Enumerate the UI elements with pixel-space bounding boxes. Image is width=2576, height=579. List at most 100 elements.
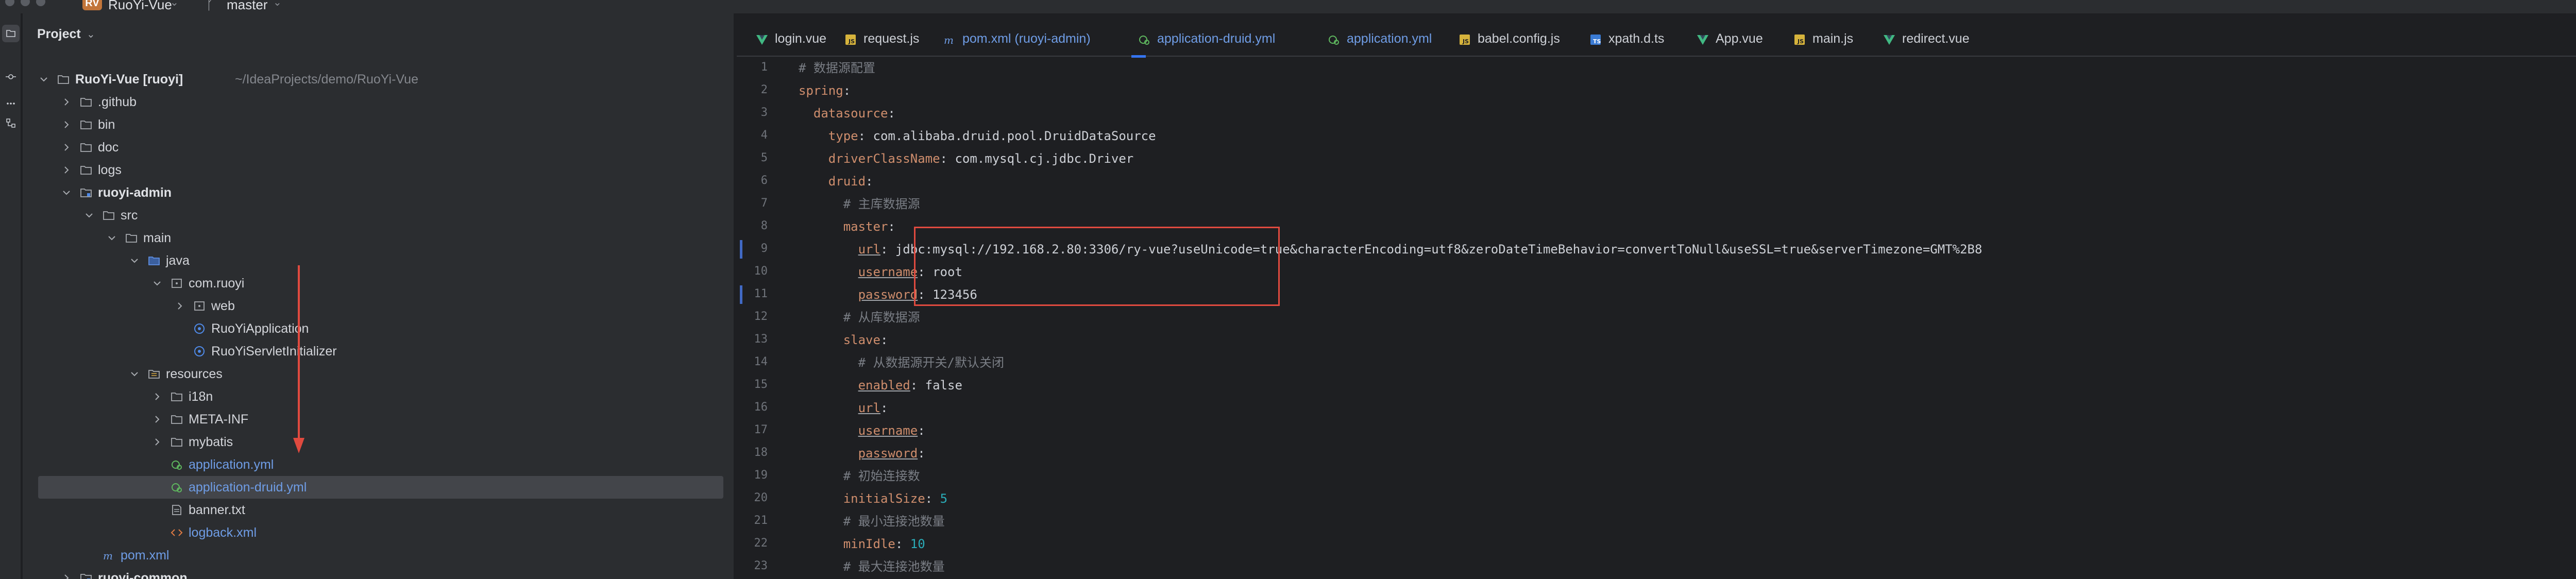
chevron-down-icon[interactable]: ⌄ <box>273 0 282 9</box>
window-close-button[interactable] <box>5 0 14 6</box>
tree-node[interactable]: src <box>23 204 734 227</box>
tree-node[interactable]: doc <box>23 136 734 159</box>
line-number: 1 <box>760 61 768 74</box>
code-line[interactable]: slave: <box>799 329 888 351</box>
svg-text:m: m <box>103 550 113 562</box>
code-line[interactable]: # 最大连接池数量 <box>799 555 945 578</box>
chevron-down-icon[interactable] <box>61 187 72 198</box>
chevron-down-icon[interactable] <box>83 210 95 221</box>
chevron-down-icon[interactable]: ⌄ <box>170 0 179 9</box>
tree-node[interactable]: main <box>23 227 734 249</box>
tree-node-label: bin <box>98 117 115 132</box>
tree-node-label: mybatis <box>189 435 233 449</box>
structure-icon[interactable] <box>2 114 20 132</box>
tree-node[interactable]: java <box>23 249 734 272</box>
tree-node[interactable]: resources <box>23 363 734 385</box>
chevron-right-icon[interactable] <box>61 142 72 153</box>
branch-name[interactable]: master <box>227 0 267 13</box>
tree-node[interactable]: application-druid.yml <box>38 476 723 499</box>
yaml-value: com.mysql.cj.jdbc.Driver <box>955 151 1134 166</box>
tree-node[interactable]: web <box>23 295 734 317</box>
tree-node[interactable]: logback.xml <box>23 521 734 544</box>
svg-text:JS: JS <box>1797 38 1804 45</box>
editor-tab-label: application.yml <box>1347 31 1432 46</box>
project-name[interactable]: RuoYi-Vue <box>108 0 172 13</box>
chevron-right-icon[interactable] <box>61 119 72 130</box>
chevron-down-icon[interactable] <box>129 368 140 380</box>
tree-node[interactable]: com.ruoyi <box>23 272 734 295</box>
code-editor[interactable]: # 数据源配置 spring: datasource: type: com.ali… <box>799 57 2576 579</box>
code-line[interactable]: driverClassName: com.mysql.cj.jdbc.Drive… <box>799 147 1133 170</box>
tree-node[interactable]: application.yml <box>23 453 734 476</box>
code-line[interactable]: master: <box>799 215 895 238</box>
yaml-key: druid <box>828 174 866 189</box>
code-line[interactable]: # 最小连接池数量 <box>799 510 945 533</box>
maven-icon: m <box>102 549 115 562</box>
maven-icon: m <box>943 33 956 46</box>
window-zoom-button[interactable] <box>36 0 45 6</box>
code-line[interactable]: password: <box>799 442 925 465</box>
chevron-right-icon[interactable] <box>151 391 163 402</box>
chevron-right-icon[interactable] <box>61 96 72 108</box>
tree-node[interactable]: logs <box>23 159 734 181</box>
line-number: 21 <box>754 514 768 527</box>
tree-node[interactable]: i18n <box>23 385 734 408</box>
chevron-right-icon[interactable] <box>174 300 185 312</box>
project-badge[interactable]: RV <box>82 0 102 10</box>
chevron-right-icon[interactable] <box>151 414 163 425</box>
tree-node[interactable]: ruoyi-admin <box>23 181 734 204</box>
tree-node[interactable]: banner.txt <box>23 499 734 521</box>
window-minimize-button[interactable] <box>21 0 30 6</box>
more-icon[interactable] <box>2 95 20 112</box>
tree-node[interactable]: mybatis <box>23 431 734 453</box>
tree-node[interactable]: bin <box>23 113 734 136</box>
tree-node[interactable]: RuoYi-Vue [ruoyi] ~/IdeaProjects/demo/Ruo… <box>23 68 734 91</box>
code-line[interactable]: url: <box>799 397 888 419</box>
editor-tab-label: babel.config.js <box>1478 31 1560 46</box>
editor-tab-label: application-druid.yml <box>1157 31 1276 46</box>
project-panel-title[interactable]: Project <box>37 27 81 42</box>
commit-icon[interactable] <box>2 68 20 86</box>
code-line[interactable]: druid: <box>799 170 873 193</box>
package-icon <box>170 277 183 290</box>
vcs-change-marker[interactable] <box>740 240 742 259</box>
tree-node[interactable]: META-INF <box>23 408 734 431</box>
code-line[interactable]: # 数据源配置 <box>799 57 875 79</box>
code-line[interactable]: # 从库数据源 <box>799 306 920 329</box>
chevron-down-icon[interactable] <box>106 232 117 244</box>
code-line[interactable]: spring: <box>799 79 851 102</box>
chevron-down-icon[interactable] <box>38 74 49 85</box>
tree-node[interactable]: m pom.xml <box>23 544 734 567</box>
folder-icon <box>170 413 183 426</box>
code-line[interactable]: minIdle: 10 <box>799 533 925 555</box>
annotation-highlight-box <box>914 227 1280 306</box>
chevron-right-icon[interactable] <box>61 572 72 579</box>
code-comment: # 主库数据源 <box>843 197 920 211</box>
editor-tab-label: App.vue <box>1716 31 1763 46</box>
code-line[interactable]: enabled: false <box>799 374 962 397</box>
tree-node-label: RuoYiServletInitializer <box>211 344 337 359</box>
project-panel-header[interactable]: Project ⌄ <box>23 25 734 45</box>
yaml-separator: : <box>888 219 895 234</box>
tree-node[interactable]: .github <box>23 91 734 113</box>
chevron-down-icon[interactable]: ⌄ <box>87 28 95 41</box>
tree-node[interactable]: RuoYiApplication <box>23 317 734 340</box>
vcs-change-marker[interactable] <box>740 285 742 304</box>
chevron-right-icon[interactable] <box>61 164 72 176</box>
code-line[interactable]: initialSize: 5 <box>799 487 947 510</box>
folder-icon[interactable] <box>2 25 20 42</box>
branch-icon[interactable]: ᚴ <box>206 0 214 13</box>
chevron-down-icon[interactable] <box>129 255 140 266</box>
tree-node[interactable]: ruoyi-common <box>23 567 734 579</box>
code-line[interactable]: # 主库数据源 <box>799 193 920 215</box>
code-line[interactable]: datasource: <box>799 102 895 125</box>
code-line[interactable]: type: com.alibaba.druid.pool.DruidDataSo… <box>799 125 1156 147</box>
code-line[interactable]: # 从数据源开关/默认关闭 <box>799 351 1004 374</box>
chevron-down-icon[interactable] <box>151 278 163 289</box>
chevron-right-icon[interactable] <box>151 436 163 448</box>
code-line[interactable]: # 初始连接数 <box>799 465 920 487</box>
code-line[interactable]: username: <box>799 419 925 442</box>
tree-node[interactable]: RuoYiServletInitializer <box>23 340 734 363</box>
